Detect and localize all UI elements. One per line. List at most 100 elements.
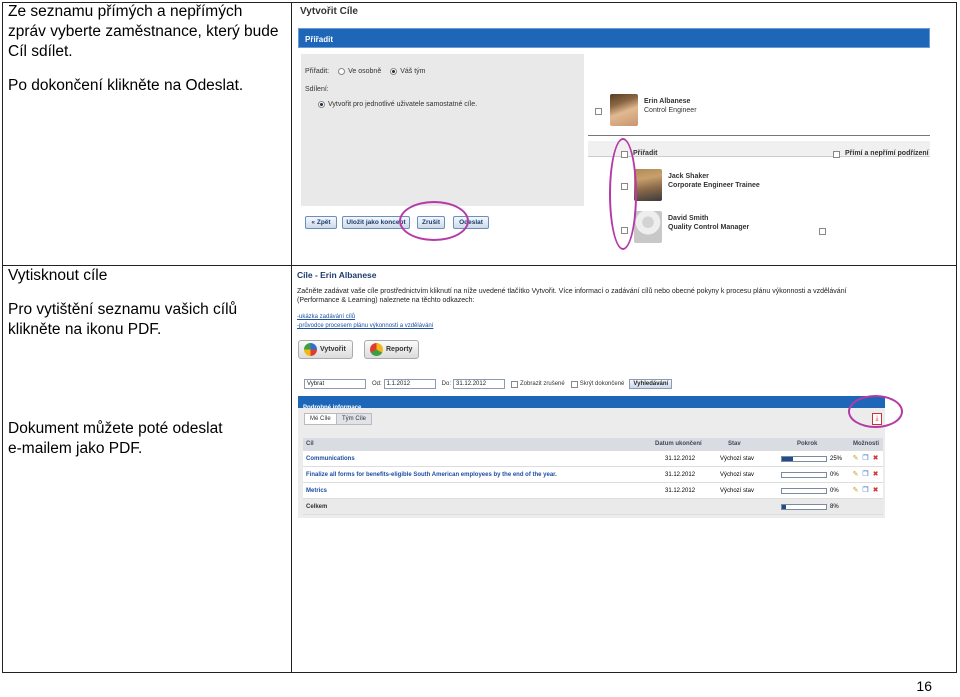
goal-date: 31.12.2012 (665, 472, 696, 478)
reports-icon (370, 343, 383, 356)
create-button[interactable]: Vytvořit (298, 340, 353, 359)
highlight-circle (848, 395, 903, 428)
table-row-divider (3, 265, 956, 266)
share-label-row: Sdílení: (305, 86, 329, 93)
checkbox-hide-completed[interactable] (570, 380, 578, 388)
share-option-row: Vytvořit pro jednotlivé uživatele samost… (318, 101, 477, 108)
avatar-erin (610, 94, 638, 126)
progress-bar (781, 488, 827, 494)
section-bar: Přiřadit (298, 28, 930, 48)
from-date-input[interactable]: 1.1.2012 (383, 379, 436, 389)
search-button[interactable]: Vyhledávání (629, 379, 673, 389)
reports-button[interactable]: Reporty (364, 340, 419, 359)
col-status: Stav (728, 441, 741, 447)
divider (588, 135, 930, 136)
goal-status: Výchozí stav (720, 472, 755, 478)
checkbox-show-cancelled[interactable] (511, 380, 519, 388)
create-button-label: Vytvořit (320, 346, 346, 353)
create-goal-screenshot: Vytvořit Cíle Přiřadit Přiřadit: Ve osob… (298, 6, 938, 250)
link-process-guide[interactable]: -průvodce procesem plánu výkonnosti a vz… (297, 323, 433, 329)
table-row: Communications 31.12.2012 Výchozí stav 2… (303, 451, 883, 467)
assign-panel (301, 54, 584, 206)
assign-row: Přiřadit: Ve osobně Váš tým (305, 68, 426, 75)
table-header: Cíl Datum ukončení Stav Pokrok Možnosti (303, 438, 883, 451)
instruction-select-employee: Ze seznamu přímých a nepřímých zpráv vyb… (8, 2, 279, 62)
col-goal: Cíl (306, 441, 314, 447)
goal-name-link[interactable]: Finalize all forms for benefits-eligible… (306, 467, 557, 483)
share-option-label: Vytvořit pro jednotlivé uživatele samost… (328, 101, 478, 108)
goal-status: Výchozí stav (720, 456, 755, 462)
copy-icon[interactable]: ❐ (862, 487, 869, 494)
instruction-line: Pro vytištění seznamu vašich cílů (8, 301, 238, 318)
assign-label: Přiřadit: (305, 68, 330, 75)
details-panel: Mé Cíle Tým Cíle ⤓ Cíl Datum ukončení St… (298, 408, 885, 518)
goal-name-link[interactable]: Metrics (306, 483, 327, 499)
edit-icon[interactable]: ✎ (852, 487, 859, 494)
delete-icon[interactable]: ✖ (872, 471, 879, 478)
goal-status: Výchozí stav (720, 488, 755, 494)
to-label: Do: (441, 381, 452, 387)
create-icon (304, 343, 317, 356)
from-label: Od: (372, 381, 382, 387)
page-number: 16 (916, 678, 932, 694)
person-name: Jack Shaker (668, 173, 709, 180)
copy-icon[interactable]: ❐ (862, 471, 869, 478)
instruction-print: Pro vytištění seznamu vašich cílů klikně… (8, 300, 237, 340)
radio-self[interactable] (338, 68, 346, 75)
hide-completed-label: Skrýt dokončené (579, 381, 625, 387)
person-name: Erin Albanese (644, 98, 691, 105)
radio-team[interactable] (390, 68, 398, 75)
person-david: David Smith Quality Control Manager (668, 214, 749, 232)
goal-name-link[interactable]: Communications (306, 451, 355, 467)
progress-fill (782, 457, 793, 461)
reports-button-label: Reporty (386, 346, 413, 353)
avatar-placeholder-icon (634, 211, 662, 243)
person-erin: Erin Albanese Control Engineer (644, 97, 697, 115)
to-date-input[interactable]: 31.12.2012 (453, 379, 506, 389)
person-role: Corporate Engineer Trainee (668, 182, 760, 189)
progress-label: 0% (830, 472, 839, 478)
copy-icon[interactable]: ❐ (862, 455, 869, 462)
checkbox-direct-reports[interactable] (833, 151, 840, 158)
tab-team-goals[interactable]: Tým Cíle (336, 413, 372, 425)
filter-select[interactable]: Vybrat (304, 379, 366, 389)
checkbox-erin[interactable] (595, 108, 602, 115)
radio-share-individual[interactable] (318, 101, 325, 108)
progress-bar (781, 456, 827, 462)
instruction-line: klikněte na ikonu PDF. (8, 321, 162, 338)
goal-date: 31.12.2012 (665, 488, 696, 494)
intro-text: Začněte zadávat vaše cíle prostřednictví… (297, 288, 847, 304)
link-goal-example[interactable]: -ukázka zadávání cílů (297, 314, 355, 320)
back-button[interactable]: « Zpět (305, 216, 337, 229)
page-title: Cíle - Erin Albanese (297, 270, 377, 280)
delete-icon[interactable]: ✖ (872, 455, 879, 462)
goals-table: Cíl Datum ukončení Stav Pokrok Možnosti … (303, 438, 883, 515)
delete-icon[interactable]: ✖ (872, 487, 879, 494)
instruction-line: e-mailem jako PDF. (8, 440, 143, 457)
goal-date: 31.12.2012 (665, 456, 696, 462)
checkbox-david-right[interactable] (819, 228, 826, 235)
instruction-line: Dokument můžete poté odeslat (8, 420, 223, 437)
total-label: Celkem (306, 504, 328, 510)
table-total-row: Celkem 8% (303, 499, 883, 515)
filter-bar: Vybrat Od: 1.1.2012 Do: 31.12.2012 Zobra… (304, 379, 673, 389)
edit-icon[interactable]: ✎ (852, 455, 859, 462)
progress-label: 25% (830, 456, 843, 462)
progress-label: 0% (830, 488, 839, 494)
section-bar-label: Přiřadit (305, 35, 334, 44)
goals-list-screenshot: Cíle - Erin Albanese Začněte zadávat vaš… (296, 268, 903, 523)
highlight-circle (399, 201, 469, 241)
person-role: Quality Control Manager (668, 224, 750, 231)
radio-self-label: Ve osobně (348, 68, 382, 75)
edit-icon[interactable]: ✎ (852, 471, 859, 478)
person-role: Control Engineer (644, 107, 697, 114)
tab-my-goals[interactable]: Mé Cíle (304, 413, 337, 425)
progress-label: 8% (830, 504, 839, 510)
avatar-jack (634, 169, 662, 201)
directory-header-left: Přiřadit (633, 150, 658, 157)
table-column-divider (291, 3, 292, 672)
progress-bar (781, 504, 827, 510)
table-row: Finalize all forms for benefits-eligible… (303, 467, 883, 483)
table-row: Metrics 31.12.2012 Výchozí stav 0% ✎ ❐ ✖ (303, 483, 883, 499)
highlight-circle (609, 138, 637, 250)
